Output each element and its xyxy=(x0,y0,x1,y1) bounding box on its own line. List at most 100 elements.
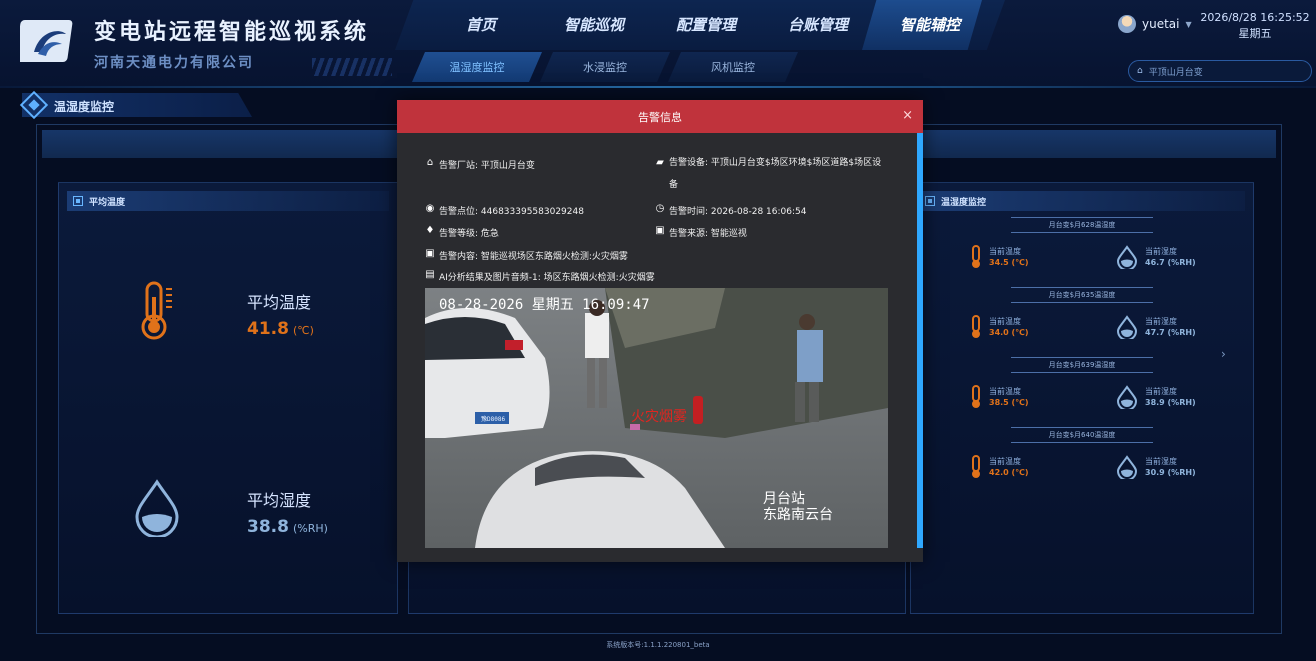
avg-temp-unit: (℃) xyxy=(292,324,314,337)
avg-hum-label: 平均湿度 xyxy=(247,491,312,510)
device-temp: 当前温度 34.5 (℃) xyxy=(969,245,1029,269)
bell-icon: ♦ xyxy=(425,225,435,236)
device-name: 月台变$月635温湿度 xyxy=(1011,287,1153,303)
thermometer-icon xyxy=(141,281,172,340)
alarm-device: ▰ 告警设备: 平顶山月台变$场区环境$场区道路$场区设备 xyxy=(655,152,889,196)
system-title: 变电站远程智能巡视系统 xyxy=(94,20,370,45)
dialog-title: 告警信息 xyxy=(638,110,682,124)
location-pin-icon: ◉ xyxy=(425,203,435,214)
image-icon: ▣ xyxy=(425,248,435,259)
nav-config[interactable]: 配置管理 xyxy=(676,14,736,35)
clock-icon: ◷ xyxy=(655,203,665,214)
username: yuetai xyxy=(1142,17,1180,31)
user-menu[interactable]: yuetai ▼ xyxy=(1118,15,1192,33)
hum-value: 30.9 (%RH) xyxy=(1145,468,1196,477)
image-icon: ▣ xyxy=(655,225,665,236)
top-header: 变电站远程智能巡视系统 河南天通电力有限公司 首页 智能巡视 配置管理 台账管理… xyxy=(0,0,1316,88)
weekday-text: 星期五 xyxy=(1238,27,1272,40)
station-select-value: 平顶山月台变 xyxy=(1148,67,1203,78)
temp-label: 当前温度 xyxy=(989,387,1021,396)
version-footer: 系统版本号:1.1.1.220801_beta xyxy=(606,641,710,649)
temp-label: 当前温度 xyxy=(989,317,1021,326)
dialog-scrollbar[interactable] xyxy=(917,133,923,548)
alarm-level-text: 告警等级: 危急 xyxy=(439,229,499,239)
alarm-dialog: 告警信息 × ⌂ 告警厂站: 平顶山月台变 ▰ 告警设备: 平顶山月台变$场区环… xyxy=(397,100,923,562)
hum-value: 38.9 (%RH) xyxy=(1145,398,1196,407)
water-drop-icon xyxy=(1116,315,1138,339)
avg-hum-metric: 平均湿度 38.8 (%RH) xyxy=(247,487,328,537)
dialog-header: 告警信息 × xyxy=(397,100,923,133)
clipboard-icon: ▤ xyxy=(425,269,435,280)
avg-temp-value: 41.8 xyxy=(247,319,289,339)
temp-value: 34.5 (℃) xyxy=(989,258,1029,267)
nav-aux-control[interactable]: 智能辅控 xyxy=(900,14,960,35)
avg-temp-value-row: 41.8 (℃) xyxy=(247,319,314,339)
hum-value: 47.7 (%RH) xyxy=(1145,328,1196,337)
station-icon: ⌂ xyxy=(1137,66,1143,76)
close-icon[interactable]: × xyxy=(902,108,913,123)
avg-hum-value-row: 38.8 (%RH) xyxy=(247,517,328,537)
temp-label: 当前温度 xyxy=(989,457,1021,466)
alarm-station: ⌂ 告警厂站: 平顶山月台变 xyxy=(425,157,535,172)
water-drop-icon xyxy=(135,479,179,537)
panel-title: 温湿度监控 xyxy=(941,197,987,208)
section-title: 温湿度监控 xyxy=(54,100,115,114)
datetime-text: 2026/8/28 16:25:52 xyxy=(1200,11,1310,24)
thermometer-icon xyxy=(972,315,980,338)
snapshot-detect-label: 火灾烟雾 xyxy=(631,409,687,425)
square-icon xyxy=(925,196,935,206)
alarm-source: ▣ 告警来源: 智能巡视 xyxy=(655,225,747,240)
alarm-time: ◷ 告警时间: 2026-08-28 16:06:54 xyxy=(655,203,807,218)
subnav-temp-humidity[interactable]: 温湿度监控 xyxy=(412,52,542,82)
alarm-snapshot[interactable]: 08-28-2026 星期五 16:09:47 火灾烟雾 豫D8086 月台站 … xyxy=(425,288,888,548)
clock: 2026/8/28 16:25:52 星期五 xyxy=(1200,10,1310,42)
device-temp: 当前温度 34.0 (℃) xyxy=(969,315,1029,339)
hum-label: 当前湿度 xyxy=(1145,317,1177,326)
alarm-content: ▣ 告警内容: 智能巡视场区东路烟火检测:火灾烟雾 xyxy=(425,248,628,263)
company-name: 河南天通电力有限公司 xyxy=(94,55,254,71)
device-icon: ▰ xyxy=(656,157,664,168)
avg-temp-label: 平均温度 xyxy=(247,293,312,312)
alarm-analysis-text: AI分析结果及图片音频-1: 场区东路烟火检测:火灾烟雾 xyxy=(439,273,655,283)
avg-hum-value: 38.8 xyxy=(247,517,289,537)
avg-hum-unit: (%RH) xyxy=(292,522,328,535)
alarm-analysis: ▤ AI分析结果及图片音频-1: 场区东路烟火检测:火灾烟雾 xyxy=(425,269,655,284)
device-name: 月台变$月639温湿度 xyxy=(1011,357,1153,373)
device-name: 月台变$月640温湿度 xyxy=(1011,427,1153,443)
water-drop-icon xyxy=(1116,455,1138,479)
water-drop-icon xyxy=(1116,245,1138,269)
chevron-right-icon[interactable]: › xyxy=(1221,347,1226,361)
thermometer-icon xyxy=(972,245,980,268)
device-temp: 当前温度 42.0 (℃) xyxy=(969,455,1029,479)
nav-home[interactable]: 首页 xyxy=(466,14,496,35)
subnav-water[interactable]: 水浸监控 xyxy=(540,52,670,82)
decorative-stripes xyxy=(312,58,392,76)
subnav-fan[interactable]: 风机监控 xyxy=(668,52,798,82)
company-logo xyxy=(20,20,73,62)
device-temp: 当前温度 38.5 (℃) xyxy=(969,385,1029,409)
hum-label: 当前湿度 xyxy=(1145,387,1177,396)
snapshot-osd-time: 08-28-2026 星期五 16:09:47 xyxy=(439,297,650,313)
device-name: 月台变$月628温湿度 xyxy=(1011,217,1153,233)
caret-down-icon: ▼ xyxy=(1185,19,1192,29)
thermometer-icon xyxy=(972,385,980,408)
hum-label: 当前湿度 xyxy=(1145,247,1177,256)
device-hum: 当前湿度 30.9 (%RH) xyxy=(1115,455,1196,479)
alarm-content-text: 告警内容: 智能巡视场区东路烟火检测:火灾烟雾 xyxy=(439,252,628,262)
square-icon xyxy=(73,196,83,206)
device-hum: 当前湿度 46.7 (%RH) xyxy=(1115,245,1196,269)
device-hum: 当前湿度 47.7 (%RH) xyxy=(1115,315,1196,339)
temp-label: 当前温度 xyxy=(989,247,1021,256)
avg-panel: 平均温度 平均温度 41.8 (℃) 平均湿度 38.8 (%RH) xyxy=(58,182,398,614)
nav-inspection[interactable]: 智能巡视 xyxy=(564,14,624,35)
home-icon: ⌂ xyxy=(426,157,434,168)
avg-temp-metric: 平均温度 41.8 (℃) xyxy=(247,289,314,339)
nav-ledger[interactable]: 台账管理 xyxy=(788,14,848,35)
station-select[interactable]: ⌂ 平顶山月台变 xyxy=(1128,60,1312,82)
alarm-point-text: 告警点位: 446833395583029248 xyxy=(439,207,584,217)
snapshot-location-2: 东路南云台 xyxy=(763,507,833,523)
temp-value: 34.0 (℃) xyxy=(989,328,1029,337)
panel-title: 平均温度 xyxy=(89,197,126,208)
alarm-point: ◉ 告警点位: 446833395583029248 xyxy=(425,203,584,218)
device-hum: 当前湿度 38.9 (%RH) xyxy=(1115,385,1196,409)
